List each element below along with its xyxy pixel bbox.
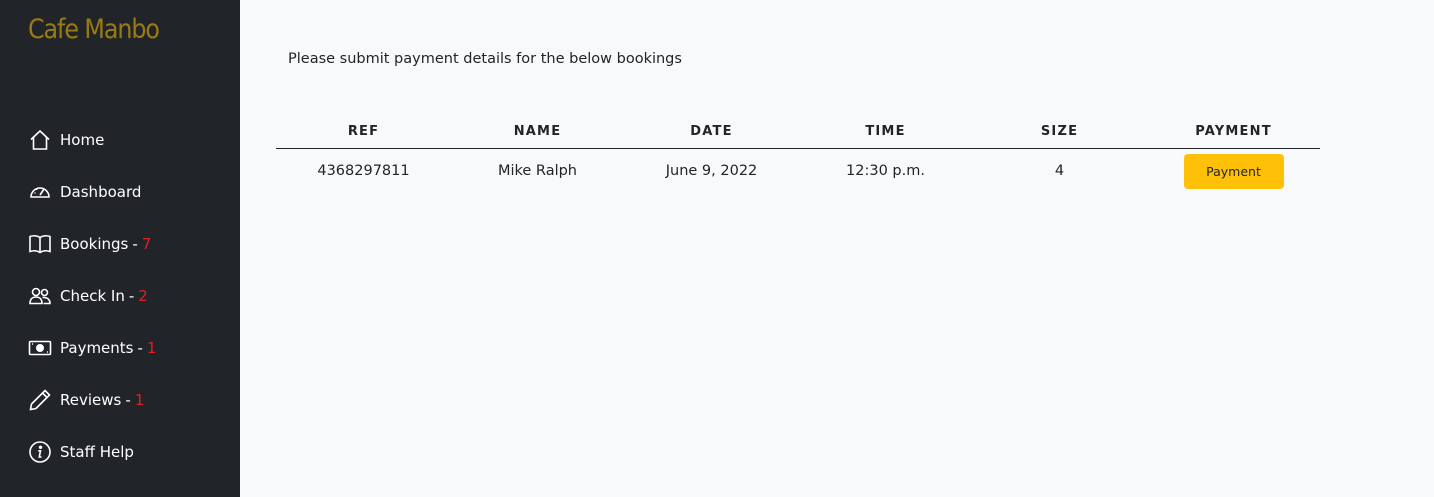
bookings-count-badge: 7 xyxy=(141,235,152,253)
pencil-icon xyxy=(27,387,53,413)
sidebar-item-payments[interactable]: Payments - 1 xyxy=(0,322,240,374)
info-icon xyxy=(27,439,53,465)
sidebar-item-label: Home xyxy=(60,131,105,149)
cell-name: Mike Ralph xyxy=(497,163,577,179)
cash-icon xyxy=(27,335,53,361)
home-icon xyxy=(27,127,53,153)
sidebar-item-staff-help[interactable]: Staff Help xyxy=(0,426,240,478)
check-in-count-badge: 2 xyxy=(138,287,148,305)
sidebar-item-bookings[interactable]: Bookings - 7 xyxy=(0,218,240,270)
table-row: 4368297811 Mike Ralph June 9, 2022 12:30… xyxy=(276,149,1320,194)
column-header-time: TIME xyxy=(799,115,972,149)
table-header-row: REF NAME DATE TIME SIZE PAYMENT xyxy=(276,115,1320,149)
sidebar-item-label: Reviews xyxy=(60,391,122,409)
brand-title[interactable]: Cafe Manbo xyxy=(28,14,160,45)
sidebar-item-separator: - xyxy=(132,235,138,253)
cell-time: 12:30 p.m. xyxy=(846,163,925,179)
sidebar-item-separator: - xyxy=(137,339,143,357)
cell-size: 4 xyxy=(1054,163,1065,179)
app: Cafe Manbo Home Dashboard Bookings - 7 C… xyxy=(0,0,1434,497)
cell-ref: 4368297811 xyxy=(317,163,410,179)
sidebar-item-label: Dashboard xyxy=(60,183,142,201)
cell-date: June 9, 2022 xyxy=(665,163,758,179)
people-icon xyxy=(27,283,53,309)
payment-button[interactable]: Payment xyxy=(1183,153,1284,189)
book-icon xyxy=(27,231,53,257)
sidebar-item-home[interactable]: Home xyxy=(0,114,240,166)
column-header-payment: PAYMENT xyxy=(1147,115,1320,149)
sidebar-nav: Home Dashboard Bookings - 7 Check In - 2… xyxy=(0,114,240,478)
sidebar-item-label: Payments xyxy=(60,339,134,357)
main-content: Please submit payment details for the be… xyxy=(240,0,1434,497)
cell-payment: Payment xyxy=(1147,149,1320,194)
column-header-size: SIZE xyxy=(972,115,1147,149)
sidebar-item-reviews[interactable]: Reviews - 1 xyxy=(0,374,240,426)
sidebar-item-label: Check In xyxy=(60,287,125,305)
column-header-date: DATE xyxy=(624,115,799,149)
sidebar-item-separator: - xyxy=(125,391,131,409)
column-header-ref: REF xyxy=(276,115,451,149)
page-instructions: Please submit payment details for the be… xyxy=(288,51,682,67)
sidebar-item-dashboard[interactable]: Dashboard xyxy=(0,166,240,218)
sidebar-item-check-in[interactable]: Check In - 2 xyxy=(0,270,240,322)
bookings-table: REF NAME DATE TIME SIZE PAYMENT 43682978… xyxy=(276,115,1320,193)
sidebar-item-separator: - xyxy=(128,287,135,305)
column-header-name: NAME xyxy=(451,115,624,149)
reviews-count-badge: 1 xyxy=(134,391,145,409)
sidebar-item-label: Staff Help xyxy=(60,443,134,461)
dashboard-icon xyxy=(27,179,53,205)
sidebar-item-label: Bookings xyxy=(60,235,129,253)
payments-count-badge: 1 xyxy=(146,339,157,357)
sidebar: Cafe Manbo Home Dashboard Bookings - 7 C… xyxy=(0,0,240,497)
